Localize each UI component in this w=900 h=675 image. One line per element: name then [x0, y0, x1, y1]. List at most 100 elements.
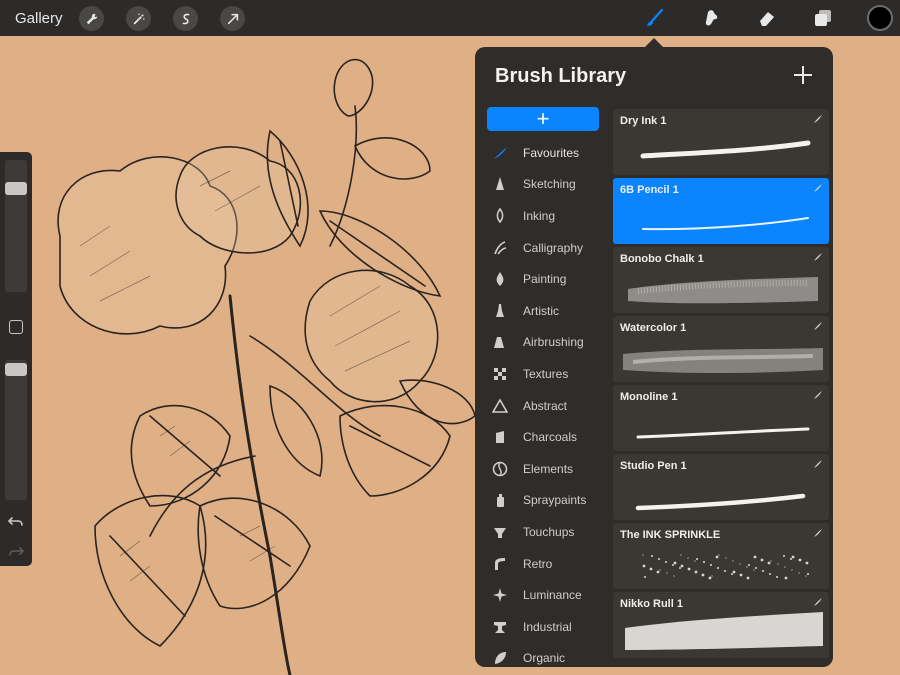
- brush-name: Monoline 1: [620, 391, 678, 403]
- brush-name: 6B Pencil 1: [620, 184, 679, 196]
- brush-set-painting[interactable]: Painting: [487, 263, 601, 295]
- brush-name: Nikko Rull 1: [620, 598, 683, 610]
- elements-icon: [489, 460, 511, 478]
- brush-name: Watercolor 1: [620, 322, 687, 334]
- brush-sets-list: + Favourites Sketching Inking Calligraphy Pa…: [487, 107, 601, 667]
- brush-item[interactable]: Bonobo Chalk 1: [613, 247, 829, 313]
- inking-icon: [489, 207, 511, 225]
- brush-type-icon: [814, 529, 822, 537]
- brush-set-industrial[interactable]: Industrial: [487, 611, 601, 643]
- abstract-icon: [489, 397, 511, 415]
- brush-item[interactable]: Dry Ink 1: [613, 109, 829, 175]
- brush-type-icon: [814, 391, 822, 399]
- brush-set-touchups[interactable]: Touchups: [487, 516, 601, 548]
- brush-name: Bonobo Chalk 1: [620, 253, 704, 265]
- brush-name: Studio Pen 1: [620, 460, 687, 472]
- brush-set-elements[interactable]: Elements: [487, 453, 601, 485]
- brush-set-label: Textures: [523, 366, 569, 381]
- brush-set-spraypaints[interactable]: Spraypaints: [487, 485, 601, 517]
- brush-set-sketching[interactable]: Sketching: [487, 169, 601, 201]
- brush-set-label: Touchups: [523, 524, 575, 539]
- brush-set-label: Industrial: [523, 619, 572, 634]
- brush-item[interactable]: The INK SPRINKLE: [613, 523, 829, 589]
- industrial-icon: [489, 618, 511, 636]
- brush-set-label: Painting: [523, 272, 567, 287]
- wrench-icon[interactable]: [79, 6, 104, 31]
- brush-set-organic[interactable]: Organic: [487, 643, 601, 668]
- calligraphy-icon: [489, 239, 511, 257]
- brush-name: Dry Ink 1: [620, 115, 667, 127]
- brush-set-charcoals[interactable]: Charcoals: [487, 421, 601, 453]
- brush-set-retro[interactable]: Retro: [487, 548, 601, 580]
- charcoals-icon: [489, 428, 511, 446]
- add-brush-button[interactable]: [793, 65, 813, 85]
- brush-stroke-preview: [642, 554, 809, 580]
- brush-set-label: Organic: [523, 651, 566, 666]
- left-sidebar: [0, 152, 32, 566]
- brush-stroke-preview: [625, 612, 823, 650]
- brush-item[interactable]: Monoline 1: [613, 385, 829, 451]
- brush-name: The INK SPRINKLE: [620, 529, 721, 541]
- sketching-icon: [489, 175, 511, 193]
- brush-stroke-preview: [642, 217, 809, 231]
- brush-set-label: Abstract: [523, 398, 568, 413]
- brush-set-airbrushing[interactable]: Airbrushing: [487, 327, 601, 359]
- undo-icon[interactable]: [7, 512, 25, 530]
- favourites-icon: [489, 144, 511, 162]
- opacity-slider[interactable]: [5, 360, 27, 500]
- brush-type-icon: [814, 184, 822, 192]
- brush-size-slider[interactable]: [5, 160, 27, 292]
- airbrushing-icon: [489, 333, 511, 351]
- top-toolbar: Gallery: [0, 0, 900, 36]
- brush-stroke-preview: [628, 277, 818, 304]
- brush-set-favourites[interactable]: Favourites: [487, 137, 601, 169]
- transform-arrow-icon[interactable]: [220, 6, 245, 31]
- brush-set-textures[interactable]: Textures: [487, 358, 601, 390]
- brush-set-label: Sketching: [523, 177, 576, 192]
- brush-set-label: Inking: [523, 208, 556, 223]
- opacity-thumb[interactable]: [5, 363, 27, 376]
- new-brush-set-button[interactable]: +: [487, 107, 599, 131]
- magic-wand-icon[interactable]: [126, 6, 151, 31]
- spraypaints-icon: [489, 491, 511, 509]
- brush-set-label: Airbrushing: [523, 335, 584, 350]
- brush-item[interactable]: 6B Pencil 1: [613, 178, 829, 244]
- brush-set-label: Calligraphy: [523, 240, 584, 255]
- brush-type-icon: [814, 115, 822, 123]
- brush-stroke-preview: [636, 427, 810, 439]
- layers-icon[interactable]: [810, 5, 836, 31]
- brush-set-label: Luminance: [523, 588, 582, 603]
- brush-set-artistic[interactable]: Artistic: [487, 295, 601, 327]
- smudge-icon[interactable]: [698, 5, 724, 31]
- brush-set-abstract[interactable]: Abstract: [487, 390, 601, 422]
- brush-set-label: Artistic: [523, 303, 559, 318]
- brush-set-label: Retro: [523, 556, 553, 571]
- gallery-button[interactable]: Gallery: [15, 10, 63, 27]
- organic-icon: [489, 649, 511, 667]
- brush-item[interactable]: Nikko Rull 1: [613, 592, 829, 658]
- selection-icon[interactable]: [173, 6, 198, 31]
- touchups-icon: [489, 523, 511, 541]
- brush-stroke-preview: [635, 493, 806, 511]
- brushes-list: Dry Ink 1 6B Pencil 1 Bonobo Chalk 1 Waterc…: [613, 109, 829, 661]
- brush-set-luminance[interactable]: Luminance: [487, 579, 601, 611]
- brush-type-icon: [814, 322, 822, 330]
- brush-stroke-preview: [623, 348, 823, 373]
- color-picker-swatch[interactable]: [867, 5, 893, 31]
- eraser-icon[interactable]: [754, 5, 780, 31]
- brush-set-calligraphy[interactable]: Calligraphy: [487, 232, 601, 264]
- brush-item[interactable]: Watercolor 1: [613, 316, 829, 382]
- redo-icon[interactable]: [7, 542, 25, 560]
- brush-library-title: Brush Library: [495, 65, 627, 87]
- brush-set-label: Spraypaints: [523, 493, 587, 508]
- textures-icon: [489, 365, 511, 383]
- brush-set-inking[interactable]: Inking: [487, 200, 601, 232]
- brush-icon[interactable]: [642, 5, 668, 31]
- brush-item[interactable]: Studio Pen 1: [613, 454, 829, 520]
- brush-type-icon: [814, 598, 822, 606]
- brush-size-thumb[interactable]: [5, 182, 27, 195]
- painting-icon: [489, 270, 511, 288]
- brush-set-label: Charcoals: [523, 430, 578, 445]
- brush-set-label: Favourites: [523, 145, 580, 160]
- modify-button[interactable]: [9, 320, 23, 334]
